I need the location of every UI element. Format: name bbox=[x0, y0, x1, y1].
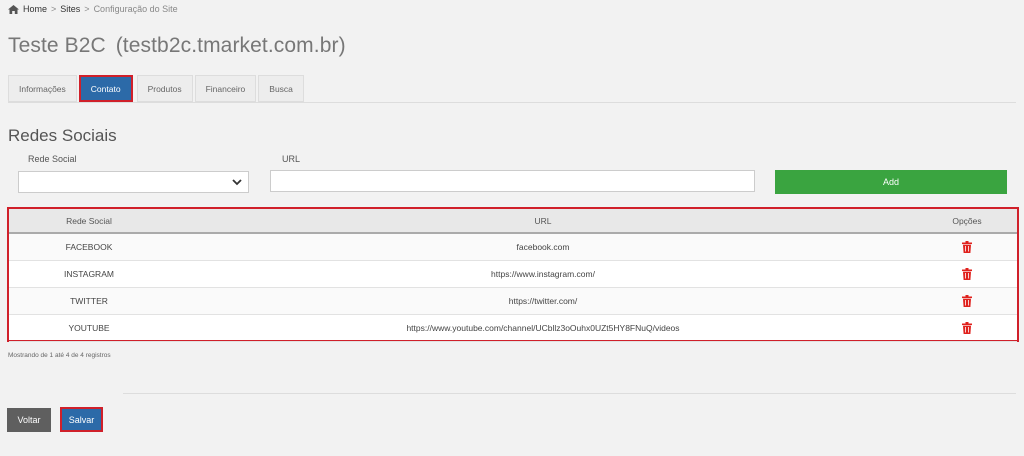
tab-divider bbox=[8, 102, 1016, 103]
add-button[interactable]: Add bbox=[775, 170, 1007, 194]
home-icon[interactable] bbox=[8, 4, 19, 14]
social-table: Rede Social URL Opções FACEBOOK facebook… bbox=[7, 207, 1019, 342]
tab-bar: Informações Contato Produtos Financeiro … bbox=[8, 75, 306, 102]
cell-rede-social: TWITTER bbox=[9, 287, 169, 315]
page-subtitle: (testb2c.tmarket.com.br) bbox=[115, 34, 346, 57]
page-title-text: Teste B2C bbox=[8, 34, 106, 57]
tab-produtos[interactable]: Produtos bbox=[136, 75, 193, 102]
footer-divider bbox=[123, 393, 1016, 394]
breadcrumb-current: Configuração do Site bbox=[93, 4, 178, 14]
cell-url: https://www.youtube.com/channel/UCbllz3o… bbox=[169, 314, 917, 342]
tab-contato[interactable]: Contato bbox=[78, 75, 133, 102]
header-rede-social: Rede Social bbox=[9, 209, 169, 234]
trash-icon[interactable] bbox=[962, 267, 972, 280]
table-row: YOUTUBE https://www.youtube.com/channel/… bbox=[9, 314, 1017, 342]
section-title: Redes Sociais bbox=[8, 126, 117, 145]
records-info: Mostrando de 1 até 4 de 4 registros bbox=[8, 352, 111, 359]
rede-social-label: Rede Social bbox=[28, 154, 77, 164]
table-row: TWITTER https://twitter.com/ bbox=[9, 287, 1017, 315]
breadcrumb-sites-link[interactable]: Sites bbox=[60, 4, 80, 14]
trash-icon[interactable] bbox=[962, 321, 972, 334]
url-label: URL bbox=[282, 154, 301, 164]
table-row: INSTAGRAM https://www.instagram.com/ bbox=[9, 260, 1017, 288]
chevron-down-icon bbox=[232, 173, 242, 191]
table-header-row: Rede Social URL Opções bbox=[9, 209, 1017, 234]
cell-url: facebook.com bbox=[169, 233, 917, 261]
cell-rede-social: FACEBOOK bbox=[9, 233, 169, 261]
trash-icon[interactable] bbox=[962, 294, 972, 307]
tab-financeiro[interactable]: Financeiro bbox=[194, 75, 257, 102]
salvar-button[interactable]: Salvar bbox=[60, 407, 103, 432]
breadcrumb: Home > Sites > Configuração do Site bbox=[8, 4, 178, 14]
breadcrumb-separator: > bbox=[51, 4, 57, 14]
breadcrumb-separator: > bbox=[84, 4, 90, 14]
voltar-button[interactable]: Voltar bbox=[7, 408, 51, 432]
table-row: FACEBOOK facebook.com bbox=[9, 233, 1017, 261]
url-input[interactable] bbox=[270, 170, 755, 192]
rede-social-select[interactable] bbox=[18, 171, 249, 193]
breadcrumb-home-link[interactable]: Home bbox=[23, 4, 47, 14]
header-opcoes: Opções bbox=[917, 209, 1017, 234]
tab-busca[interactable]: Busca bbox=[258, 75, 304, 102]
tab-informacoes[interactable]: Informações bbox=[8, 75, 77, 102]
cell-url: https://www.instagram.com/ bbox=[169, 260, 917, 288]
cell-rede-social: INSTAGRAM bbox=[9, 260, 169, 288]
header-url: URL bbox=[169, 209, 917, 234]
trash-icon[interactable] bbox=[962, 240, 972, 253]
page-title: Teste B2C (testb2c.tmarket.com.br) bbox=[8, 34, 346, 58]
cell-url: https://twitter.com/ bbox=[169, 287, 917, 315]
cell-rede-social: YOUTUBE bbox=[9, 314, 169, 342]
